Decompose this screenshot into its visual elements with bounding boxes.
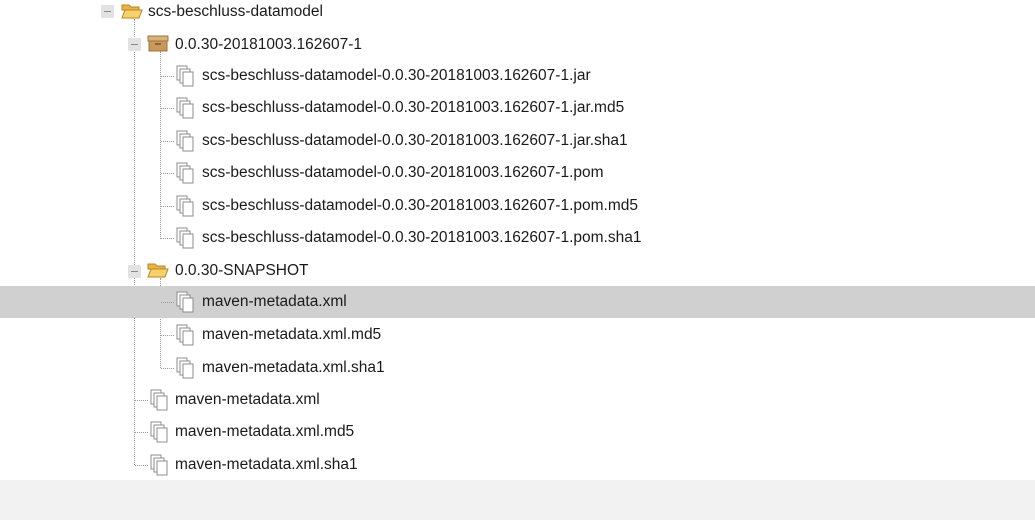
- folder-open-icon: [121, 2, 143, 25]
- tree-file-item[interactable]: maven-metadata.xml.sha1: [0, 353, 1035, 383]
- tree-file-item[interactable]: scs-beschluss-datamodel-0.0.30-20181003.…: [0, 223, 1035, 253]
- tree-node-version[interactable]: 0.0.30-20181003.162607-1: [0, 29, 1035, 59]
- tree-file-item[interactable]: maven-metadata.xml: [0, 385, 1035, 415]
- tree-file-label: maven-metadata.xml: [202, 293, 347, 310]
- tree-file-label: maven-metadata.xml.sha1: [175, 456, 358, 473]
- file-document-icon: [174, 130, 196, 157]
- tree-file-item[interactable]: scs-beschluss-datamodel-0.0.30-20181003.…: [0, 61, 1035, 91]
- tree-file-item[interactable]: scs-beschluss-datamodel-0.0.30-20181003.…: [0, 191, 1035, 221]
- file-document-icon: [148, 421, 170, 448]
- file-document-icon: [174, 162, 196, 189]
- file-document-icon: [174, 291, 196, 318]
- tree-node-label: scs-beschluss-datamodel: [148, 3, 323, 20]
- tree-file-item[interactable]: maven-metadata.xml.sha1: [0, 450, 1035, 480]
- file-document-icon: [174, 65, 196, 92]
- package-box-icon: [147, 34, 169, 57]
- tree-file-label: scs-beschluss-datamodel-0.0.30-20181003.…: [202, 67, 591, 84]
- tree-file-item[interactable]: maven-metadata.xml.md5: [0, 320, 1035, 350]
- tree-file-label: scs-beschluss-datamodel-0.0.30-20181003.…: [202, 164, 604, 181]
- tree-file-label: maven-metadata.xml: [175, 391, 320, 408]
- tree-file-label: scs-beschluss-datamodel-0.0.30-20181003.…: [202, 229, 642, 246]
- tree-file-item[interactable]: scs-beschluss-datamodel-0.0.30-20181003.…: [0, 93, 1035, 123]
- tree-file-label: scs-beschluss-datamodel-0.0.30-20181003.…: [202, 197, 638, 214]
- collapse-toggle-icon[interactable]: [128, 38, 141, 51]
- file-document-icon: [148, 454, 170, 481]
- tree-node-label: 0.0.30-SNAPSHOT: [175, 262, 309, 279]
- tree-file-label: scs-beschluss-datamodel-0.0.30-20181003.…: [202, 99, 625, 116]
- tree-file-label: maven-metadata.xml.md5: [175, 423, 355, 440]
- tree-node-label: 0.0.30-20181003.162607-1: [175, 36, 363, 53]
- tree-file-item[interactable]: scs-beschluss-datamodel-0.0.30-20181003.…: [0, 158, 1035, 188]
- tree-file-item[interactable]: scs-beschluss-datamodel-0.0.30-20181003.…: [0, 126, 1035, 156]
- tree-file-label: maven-metadata.xml.md5: [202, 326, 382, 343]
- tree-node-snapshot[interactable]: 0.0.30-SNAPSHOT: [0, 255, 1035, 285]
- collapse-toggle-icon[interactable]: [128, 265, 141, 278]
- folder-open-icon: [147, 261, 169, 284]
- tree-file-item[interactable]: maven-metadata.xml.md5: [0, 417, 1035, 447]
- file-tree: scs-beschluss-datamodel 0.0.30-20181003.…: [0, 0, 1035, 480]
- tree-file-item-selected[interactable]: maven-metadata.xml: [0, 286, 1035, 318]
- tree-file-label: maven-metadata.xml.sha1: [202, 359, 385, 376]
- file-document-icon: [174, 357, 196, 384]
- file-document-icon: [174, 97, 196, 124]
- collapse-toggle-icon[interactable]: [101, 5, 114, 18]
- tree-file-label: scs-beschluss-datamodel-0.0.30-20181003.…: [202, 132, 628, 149]
- file-document-icon: [148, 389, 170, 416]
- tree-connector: [161, 302, 174, 303]
- file-document-icon: [174, 324, 196, 351]
- file-document-icon: [174, 195, 196, 222]
- tree-node-root[interactable]: scs-beschluss-datamodel: [0, 0, 1035, 27]
- file-document-icon: [174, 227, 196, 254]
